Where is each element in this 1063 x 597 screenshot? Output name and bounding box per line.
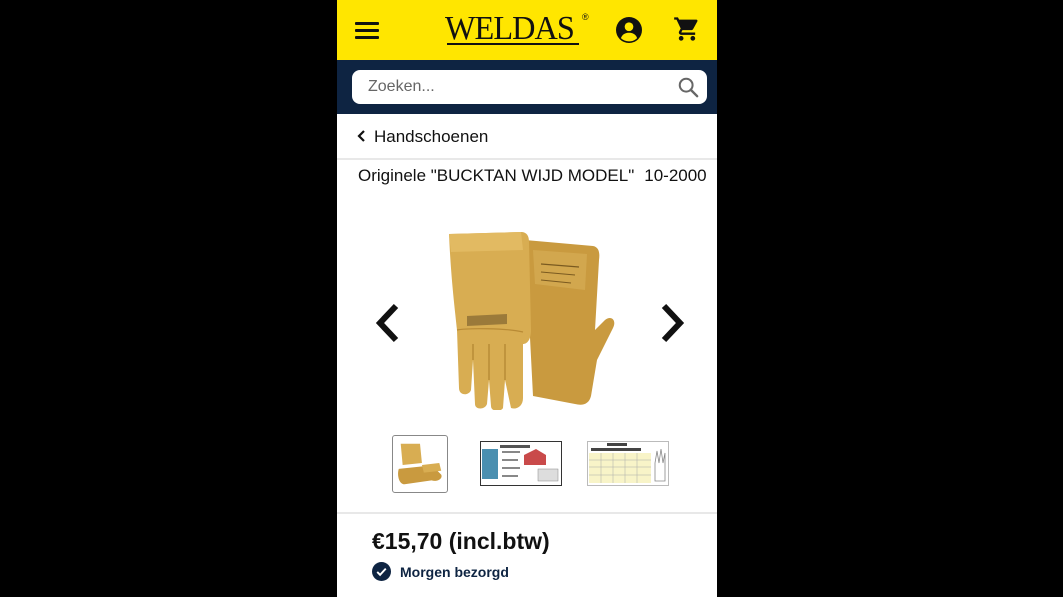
account-circle-icon[interactable] [616,17,642,43]
product-label-thumbnail[interactable] [480,441,562,486]
product-image[interactable] [437,220,617,410]
chevron-left-icon [357,130,365,142]
size-chart-thumbnail[interactable] [587,441,669,486]
weldas-logo[interactable]: WELDAS ® [445,8,590,52]
search-bar [337,60,717,114]
gloves-thumbnail[interactable] [392,435,448,493]
product-title: Originele "BUCKTAN WIJD MODEL" 10-2000 [358,166,707,186]
search-input[interactable] [368,70,658,104]
breadcrumb-label: Handschoenen [374,127,489,146]
search-box [352,70,707,104]
header: WELDAS ® [337,0,717,60]
delivery-status: Morgen bezorgd [372,562,509,581]
product-price: €15,70 (incl.btw) [372,528,550,554]
next-image-chevron-right-icon[interactable] [658,302,688,344]
check-circle-icon [372,562,391,581]
breadcrumb[interactable]: Handschoenen [337,114,717,160]
product-name: Originele "BUCKTAN WIJD MODEL" [358,166,635,185]
shopping-cart-icon[interactable] [673,15,701,43]
search-icon[interactable] [677,76,699,98]
delivery-label: Morgen bezorgd [400,563,509,580]
previous-image-chevron-left-icon[interactable] [372,302,402,344]
app-screen: WELDAS ® Handschoenen Originel [337,0,717,597]
section-divider [337,512,717,514]
hamburger-menu-icon[interactable] [355,16,383,44]
product-sku: 10-2000 [644,166,707,185]
